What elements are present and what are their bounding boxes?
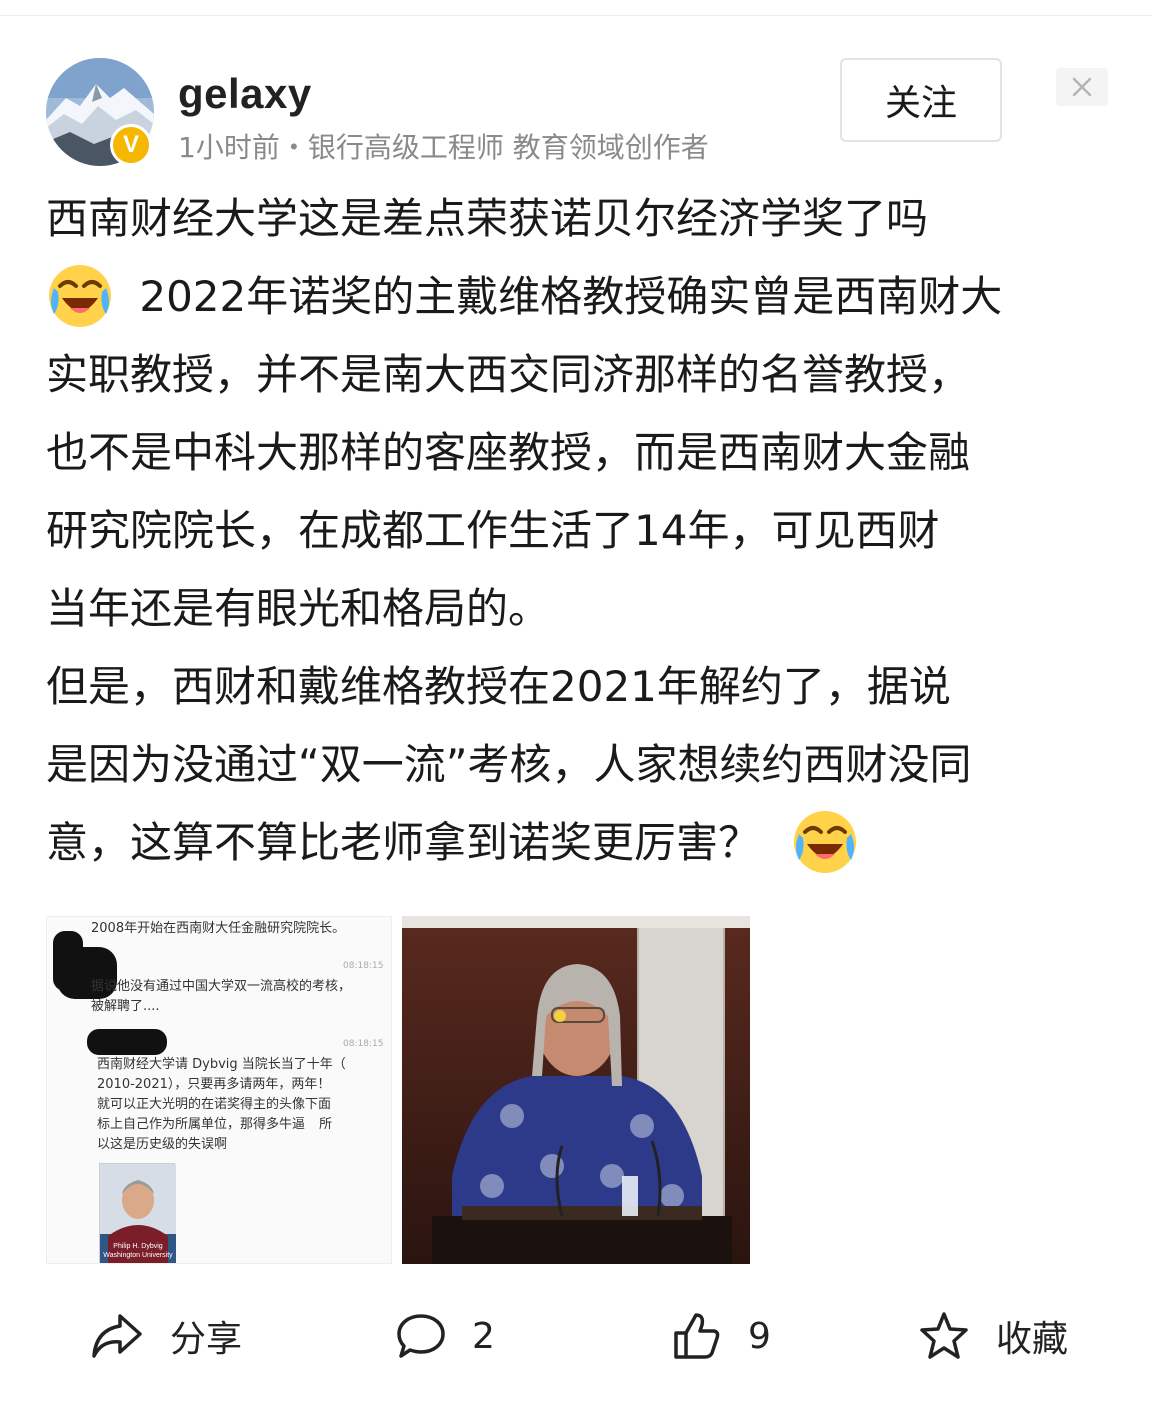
verified-badge-icon: V [110,124,152,166]
chat-text: 2010-2021），只要再多请两年，两年！ [97,1077,331,1092]
chat-text: 2008年开始在西南财大任金融研究院院长。 [91,921,346,936]
chat-text: 以这是历史级的失误啊 [97,1137,228,1152]
card-caption-org: Washington University [103,1252,173,1259]
favorite-label: 收藏 [996,1319,1069,1360]
chat-text: 标上自己作为所属单位，那得多牛逼所 [97,1115,332,1135]
post-line: 当年还是有眼光和格局的。 [46,584,551,633]
post-line-text: 2022年诺奖的主戴维格教授确实曾是西南财大 [139,272,1003,321]
top-divider [0,15,1152,16]
comment-count: 2 [472,1315,495,1357]
chat-screenshot-image[interactable]: 2008年开始在西南财大任金融研究院院长。 08:18:15 据说他没有通过中国… [46,916,392,1264]
card-caption: Philip H. Dybvig Washington University [100,1242,176,1260]
close-icon[interactable] [1056,68,1108,106]
post-line-with-emoji: 2022年诺奖的主戴维格教授确实曾是西南财大 [46,258,1116,336]
post-body: 西南财经大学这是差点荣获诺贝尔经济学奖了吗 2022年诺奖的主戴维格教授确实曾是… [46,180,1116,882]
favorite-button[interactable]: 收藏 [918,1306,1068,1366]
chat-text: 据说他没有通过中国大学双一流高校的考核， [91,979,352,994]
post-line: 但是，西财和戴维格教授在2021年解约了，据说 [46,662,951,711]
post-line: 也不是中科大那样的客座教授，而是西南财大金融 [46,428,971,477]
chat-text: 被解聘了.... [91,999,160,1014]
thumbs-up-icon [674,1313,720,1359]
comment-icon [397,1314,445,1358]
post-line-with-emoji: 意，这算不算比老师拿到诺奖更厉害？ [46,804,1116,882]
redaction-mark [87,1029,167,1055]
chat-text: 西南财经大学请 Dybvig 当院长当了十年（ [97,1057,346,1072]
star-icon [920,1312,968,1359]
professor-photo-image[interactable] [402,916,750,1264]
follow-button[interactable]: 关注 [840,58,1002,142]
like-count: 9 [748,1315,771,1357]
chat-timestamp: 08:18:15 [343,1039,384,1049]
profile-photo-card: Philip H. Dybvig Washington University [99,1163,176,1263]
post-line-text: 意，这算不算比老师拿到诺奖更厉害？ [46,818,761,867]
post-page: V gelaxy 1小时前・银行高级工程师 教育领域创作者 关注 西南财经大学这… [0,0,1152,1406]
username[interactable]: gelaxy [178,70,312,118]
chat-text: 就可以正大光明的在诺奖得主的头像下面 [97,1097,332,1112]
like-button[interactable]: 9 [672,1306,771,1366]
laughing-crying-emoji-icon [46,262,114,330]
card-caption-name: Philip H. Dybvig [113,1243,163,1250]
chat-text-part: 所 [319,1117,333,1132]
post-line: 是因为没通过“双一流”考核，人家想续约西财没同 [46,740,972,789]
post-line: 实职教授，并不是南大西交同济那样的名誉教授， [46,350,971,399]
share-button[interactable]: 分享 [90,1306,242,1366]
share-label: 分享 [170,1319,243,1360]
action-bar: 分享 2 9 收藏 [0,1306,1152,1366]
share-icon [92,1314,142,1358]
comment-button[interactable]: 2 [396,1306,495,1366]
post-line: 西南财经大学这是差点荣获诺贝尔经济学奖了吗 [46,194,929,243]
chat-timestamp: 08:18:15 [343,961,384,971]
laughing-crying-emoji-icon [791,808,859,876]
chat-text-part: 标上自己作为所属单位，那得多牛逼 [97,1117,306,1132]
post-meta: 1小时前・银行高级工程师 教育领域创作者 [178,131,709,164]
post-line: 研究院院长，在成都工作生活了14年，可见西财 [46,506,940,555]
